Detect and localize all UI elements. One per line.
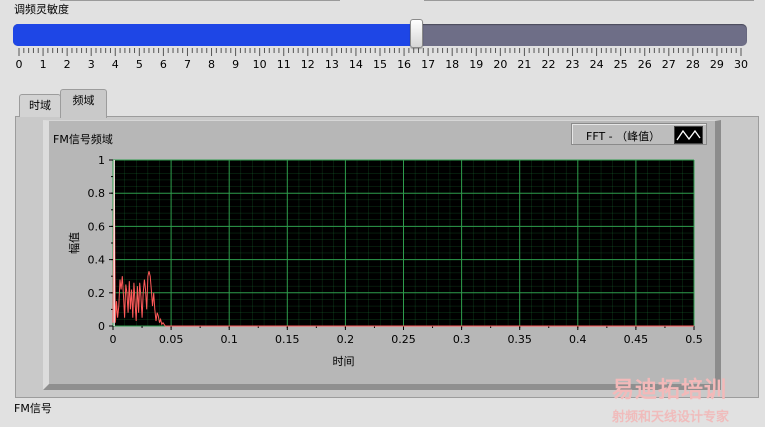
fm-spectrum-chart: 0 0.05 0.1 0.15 0.2 0.25 0.3 0.35 0.4 0.45 0.5 0 0.2…: [68, 154, 703, 368]
x-tick-label: 0.3: [453, 333, 471, 346]
x-tick-label: 0.35: [507, 333, 532, 346]
y-tick-label: 0: [98, 320, 105, 333]
tab-frequency-domain[interactable]: 频域: [60, 89, 107, 118]
y-tick-label: 1: [98, 154, 105, 167]
x-tick-label: 0.5: [685, 333, 703, 346]
y-tick-label: 0.2: [88, 287, 106, 300]
y-axis-title: 幅值: [68, 232, 81, 254]
x-tick-label: 0.25: [391, 333, 416, 346]
x-tick-label: 0.45: [624, 333, 649, 346]
x-tick-label: 0.1: [220, 333, 238, 346]
y-tick-label: 0.4: [88, 254, 106, 267]
x-tick-label: 0.05: [159, 333, 184, 346]
y-tick-label: 0.8: [88, 187, 106, 200]
x-axis-title: 时间: [333, 355, 355, 368]
fm-signal-label: FM信号: [14, 402, 52, 415]
x-tick-label: 0.4: [569, 333, 587, 346]
x-tick-label: 0.15: [275, 333, 300, 346]
watermark-tagline: 射频和天线设计专家: [612, 410, 730, 425]
x-tick-label: 0.2: [337, 333, 355, 346]
x-tick-label: 0: [110, 333, 117, 346]
y-tick-label: 0.6: [88, 220, 106, 233]
watermark-logo: 易迪拓培训: [612, 378, 728, 403]
